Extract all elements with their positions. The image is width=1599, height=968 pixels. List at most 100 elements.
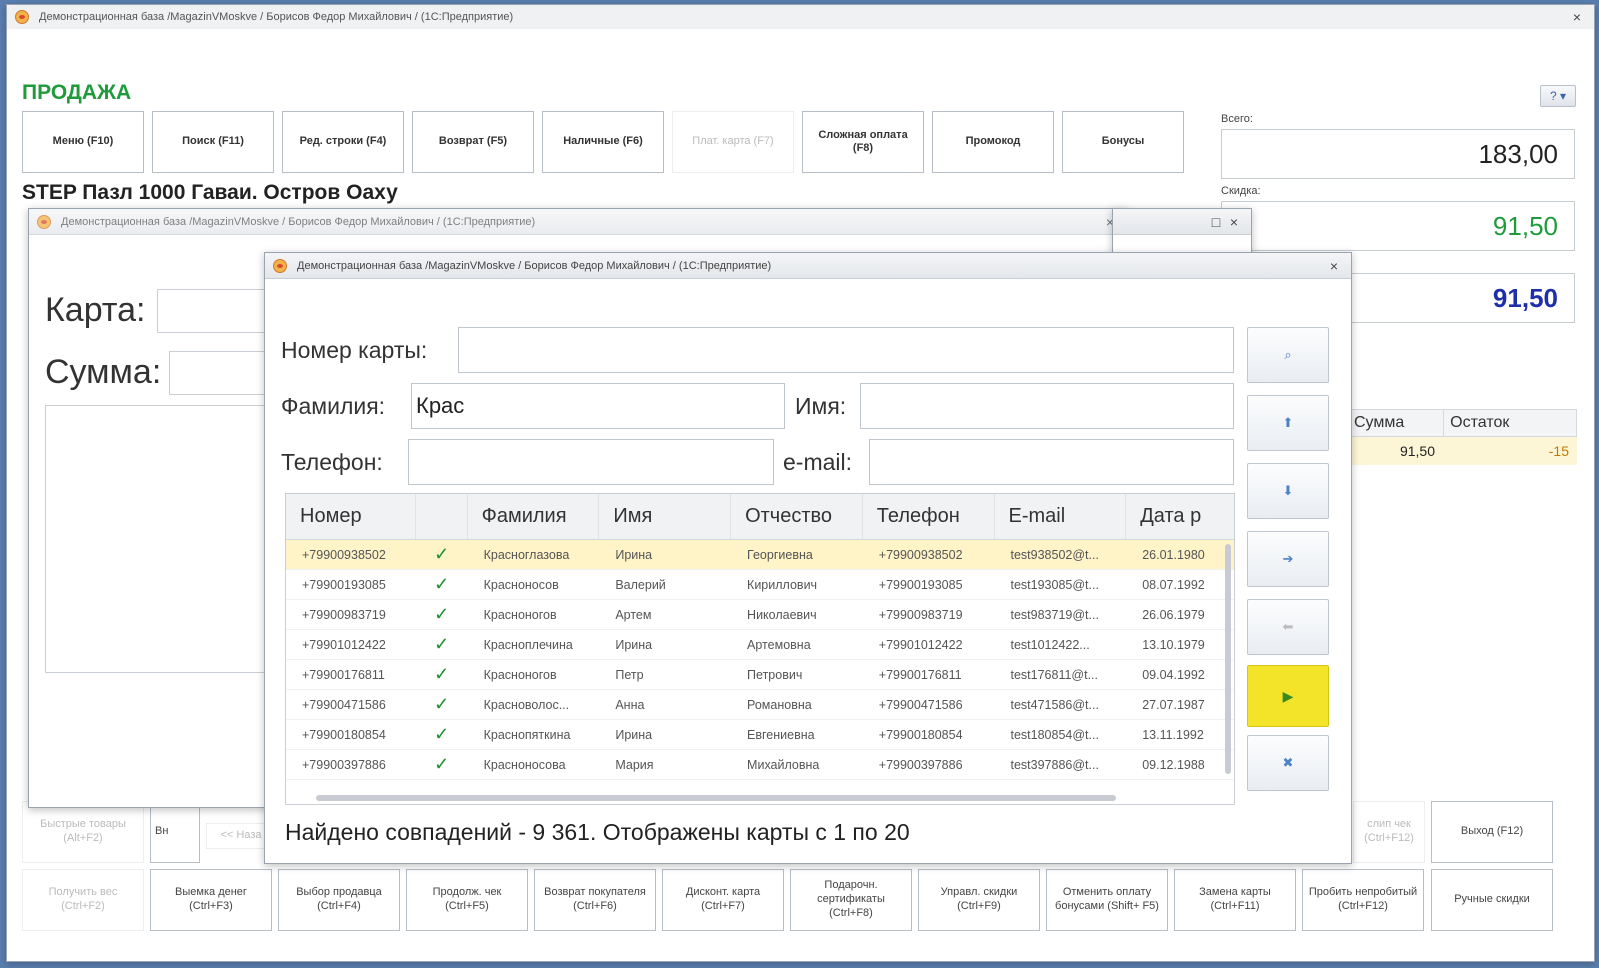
col-email-header[interactable]: E-mail bbox=[995, 494, 1127, 539]
email-input[interactable] bbox=[869, 439, 1234, 485]
phone-input[interactable] bbox=[408, 439, 774, 485]
table-header: Номер Фамилия Имя Отчество Телефон E-mai… bbox=[286, 494, 1234, 540]
vertical-scrollbar[interactable] bbox=[1224, 500, 1232, 790]
complex-payment-button[interactable]: Сложная оплата (F8) bbox=[802, 111, 924, 173]
cell-surname: Красноносов bbox=[483, 577, 559, 592]
slip-check-button[interactable]: слип чек (Ctrl+F12) bbox=[1353, 801, 1425, 863]
discount-label: Скидка: bbox=[1221, 185, 1261, 197]
table-row[interactable]: +79900983719 ✓ Красноногов Артем Николаевич +… bbox=[286, 600, 1234, 630]
main-window-title: Демонстрационная база /MagazinVMoskve / … bbox=[39, 11, 514, 23]
side-panel-close-icon[interactable]: × bbox=[1225, 213, 1243, 231]
card-window-title: Демонстрационная база /MagazinVMoskve / … bbox=[61, 215, 536, 228]
next-page-button[interactable]: ➔ bbox=[1247, 531, 1329, 587]
table-row[interactable]: +79900193085 ✓ Красноносов Валерий Кириллови… bbox=[286, 570, 1234, 600]
bonuses-button[interactable]: Бонусы bbox=[1062, 111, 1184, 173]
search-button[interactable]: Поиск (F11) bbox=[152, 111, 274, 173]
cancel-button[interactable]: ✖ bbox=[1247, 735, 1329, 791]
table-row[interactable]: +79901012422 ✓ Красноплечина Ирина Артемовна… bbox=[286, 630, 1234, 660]
cell-patronymic: Артемовна bbox=[747, 637, 811, 652]
table-row[interactable]: +79900180854 ✓ Краснопяткина Ирина Евгениевн… bbox=[286, 720, 1234, 750]
vn-button[interactable]: Вн bbox=[150, 801, 200, 863]
quick-goods-button[interactable]: Быстрые товары (Alt+F2) bbox=[22, 801, 144, 863]
check-icon: ✓ bbox=[434, 574, 450, 594]
manual-discounts-button[interactable]: Ручные скидки bbox=[1431, 869, 1553, 931]
cash-withdrawal-button[interactable]: Выемка денег (Ctrl+F3) bbox=[150, 869, 272, 931]
replace-card-button[interactable]: Замена карты (Ctrl+F11) bbox=[1174, 869, 1296, 931]
discount-card-button[interactable]: Дисконт. карта (Ctrl+F7) bbox=[662, 869, 784, 931]
main-close-icon[interactable]: × bbox=[1568, 8, 1586, 26]
col-surname-header[interactable]: Фамилия bbox=[468, 494, 600, 539]
cancel-bonus-payment-button[interactable]: Отменить оплату бонусами (Shift+ F5) bbox=[1046, 869, 1168, 931]
col-rest-header: Остаток bbox=[1443, 410, 1576, 436]
cell-surname: Красноплечина bbox=[483, 637, 573, 652]
cell-phone: +79900397886 bbox=[878, 757, 963, 772]
col-number-header[interactable]: Номер bbox=[286, 494, 416, 539]
col-sum-header: Сумма bbox=[1354, 414, 1405, 431]
return-button[interactable]: Возврат (F5) bbox=[412, 111, 534, 173]
table-row[interactable]: +79900938502 ✓ Красноглазова Ирина Георгиевн… bbox=[286, 540, 1234, 570]
cell-number: +79900193085 bbox=[302, 577, 386, 592]
cell-surname: Красноволос... bbox=[483, 697, 570, 712]
cell-birthdate: 13.10.1979 bbox=[1142, 637, 1205, 652]
gift-certificates-button[interactable]: Подарочн. сертификаты (Ctrl+F8) bbox=[790, 869, 912, 931]
row-sum: 91,50 bbox=[1399, 443, 1435, 459]
prev-page-button[interactable]: ⬅ bbox=[1247, 599, 1329, 655]
get-weight-button[interactable]: Получить вес (Ctrl+F2) bbox=[22, 869, 144, 931]
table-row[interactable]: +79900397886 ✓ Красноносова Мария Михайловна… bbox=[286, 750, 1234, 780]
select-card-button[interactable]: ▶ bbox=[1247, 665, 1329, 727]
surname-input[interactable]: Крас bbox=[411, 383, 785, 429]
col-patronymic-header[interactable]: Отчество bbox=[731, 494, 863, 539]
cell-patronymic: Михайловна bbox=[747, 757, 820, 772]
total-label: Всего: bbox=[1221, 113, 1253, 125]
col-check-header[interactable] bbox=[416, 494, 468, 539]
move-up-button[interactable]: ⬆ bbox=[1247, 395, 1329, 451]
continue-check-button[interactable]: Продолж. чек (Ctrl+F5) bbox=[406, 869, 528, 931]
find-button[interactable]: ⌕ bbox=[1247, 327, 1329, 383]
horizontal-scrollbar[interactable] bbox=[306, 794, 1226, 802]
exit-button[interactable]: Выход (F12) bbox=[1431, 801, 1553, 863]
print-unprinted-button[interactable]: Пробить непробитый (Ctrl+F12) bbox=[1302, 869, 1424, 931]
card-payment-button[interactable]: Плат. карта (F7) bbox=[672, 111, 794, 173]
cell-birthdate: 09.04.1992 bbox=[1142, 667, 1205, 682]
manage-discounts-button[interactable]: Управл. скидки (Ctrl+F9) bbox=[918, 869, 1040, 931]
card-number-input[interactable] bbox=[458, 327, 1234, 373]
promocode-button[interactable]: Промокод bbox=[932, 111, 1054, 173]
col-phone-header[interactable]: Телефон bbox=[863, 494, 995, 539]
email-label: e-mail: bbox=[783, 449, 853, 475]
help-button[interactable]: ? ▾ bbox=[1540, 85, 1576, 107]
menu-button[interactable]: Меню (F10) bbox=[22, 111, 144, 173]
cell-phone: +79900180854 bbox=[878, 727, 963, 742]
check-icon: ✓ bbox=[434, 664, 450, 684]
cell-name: Валерий bbox=[615, 577, 666, 592]
cards-table[interactable]: Номер Фамилия Имя Отчество Телефон E-mai… bbox=[285, 493, 1235, 805]
card-info-area bbox=[45, 405, 285, 673]
col-name-header[interactable]: Имя bbox=[599, 494, 732, 539]
cell-email: test1012422... bbox=[1010, 637, 1090, 652]
cell-birthdate: 13.11.1992 bbox=[1142, 727, 1204, 742]
receipt-grid-header: Сумма Остаток bbox=[1347, 409, 1577, 437]
cancel-icon: ✖ bbox=[1282, 755, 1294, 770]
edit-line-button[interactable]: Ред. строки (F4) bbox=[282, 111, 404, 173]
dialog-title: Демонстрационная база /MagazinVMoskve / … bbox=[297, 259, 772, 272]
discount-value: 91,50 bbox=[1221, 201, 1575, 251]
table-row[interactable]: +79900176811 ✓ Красноногов Петр Петрович +799… bbox=[286, 660, 1234, 690]
move-down-button[interactable]: ⬇ bbox=[1247, 463, 1329, 519]
col-birthdate-header[interactable]: Дата р bbox=[1126, 494, 1234, 539]
cash-button[interactable]: Наличные (F6) bbox=[542, 111, 664, 173]
receipt-grid-row[interactable]: 91,50 -15 bbox=[1347, 437, 1577, 465]
table-row[interactable]: +79900471586 ✓ Красноволос... Анна Романовна… bbox=[286, 690, 1234, 720]
dialog-close-icon[interactable]: × bbox=[1325, 257, 1343, 275]
cell-birthdate: 09.12.1988 bbox=[1142, 757, 1205, 772]
name-input[interactable] bbox=[860, 383, 1234, 429]
select-seller-button[interactable]: Выбор продавца (Ctrl+F4) bbox=[278, 869, 400, 931]
sum-input[interactable] bbox=[169, 351, 279, 395]
card-input[interactable] bbox=[157, 289, 277, 333]
cell-patronymic: Романовна bbox=[747, 697, 812, 712]
card-window-side-panel: □ × bbox=[1112, 208, 1252, 254]
app-logo-icon bbox=[37, 214, 51, 229]
surname-label: Фамилия: bbox=[281, 393, 386, 419]
maximize-icon[interactable]: □ bbox=[1207, 213, 1225, 231]
customer-return-button[interactable]: Возврат покупателя (Ctrl+F6) bbox=[534, 869, 656, 931]
cell-email: test938502@t... bbox=[1010, 547, 1099, 562]
found-count-text: Найдено совпадений - 9 361. Отображены к… bbox=[285, 819, 910, 845]
